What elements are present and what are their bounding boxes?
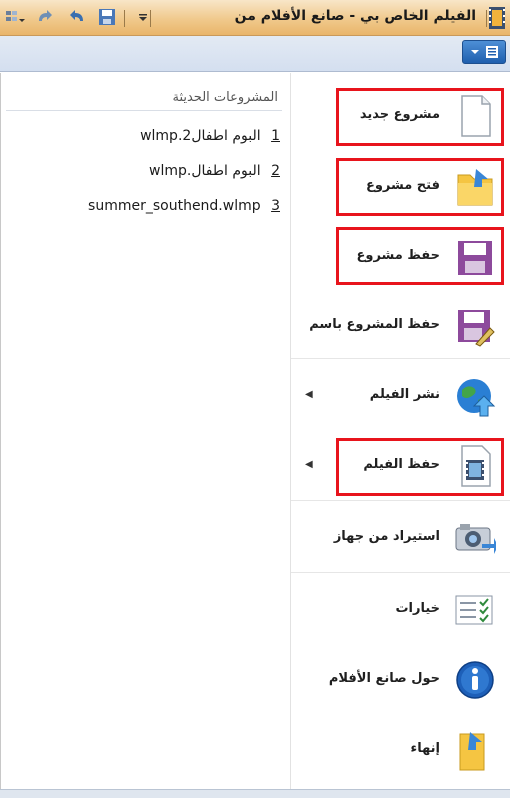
recent-item-number: 2 [271,163,280,179]
menu-item-options[interactable]: خيارات [291,576,510,644]
chevron-down-icon [470,50,479,54]
recent-item-name: البوم اطفال.wlmp [149,163,261,179]
menu-item-label: نشر الفيلم [369,387,440,402]
menu-item-label: حفظ المشروع باسم [309,317,440,332]
undo-icon[interactable] [66,6,88,28]
highlight-save-movie [336,438,504,496]
menu-item-label: حول صانع الأفلام [328,671,440,686]
application-menu-button[interactable] [462,40,506,64]
options-checklist-icon [454,588,496,632]
recent-item-number: 1 [271,128,280,144]
menu-item-publish-movie[interactable]: نشر الفيلم ◀ [291,362,510,430]
camera-import-icon [454,516,498,560]
menu-icon [485,46,498,58]
recent-header-underline [6,110,282,111]
recent-item-number: 3 [271,198,280,214]
separator [150,10,151,27]
menu-separator [291,500,510,501]
highlight-save-project [336,227,504,285]
window-title: الفيلم الخاص بي - صانع الأفلام من [234,8,476,24]
menu-separator [291,358,510,359]
save-icon[interactable] [96,6,118,28]
highlight-new-project [336,88,504,146]
recent-project-item[interactable]: 3 summer_southend.wlmp [88,198,280,214]
menu-item-label: خيارات [395,601,440,616]
recent-project-item[interactable]: 2 البوم اطفال.wlmp [149,163,280,179]
separator [124,10,125,27]
customize-quick-access-icon[interactable] [4,6,26,28]
menu-separator [291,572,510,573]
menu-item-save-as[interactable]: حفظ المشروع باسم [291,292,510,360]
movie-maker-app-icon[interactable] [486,5,508,31]
menu-item-import-device[interactable]: استيراد من جهاز [291,504,510,572]
menu-item-label: إنهاء [410,741,440,756]
menu-footer-bar [0,789,510,798]
redo-icon[interactable] [34,6,56,28]
exit-folder-icon [454,728,496,772]
submenu-arrow-icon: ◀ [305,389,313,400]
menu-item-label: استيراد من جهاز [333,529,440,544]
info-icon [454,658,496,702]
title-bar: الفيلم الخاص بي - صانع الأفلام من [0,0,510,36]
globe-upload-icon [454,374,496,418]
recent-projects-header: المشروعات الحديثة [172,90,278,105]
submenu-arrow-icon: ◀ [305,459,313,470]
recent-project-item[interactable]: 1 البوم اطفال2.wlmp [140,128,280,144]
save-as-icon [454,304,496,348]
highlight-open-project [336,158,504,216]
menu-item-about[interactable]: حول صانع الأفلام [291,646,510,714]
ribbon-bar [0,36,510,72]
menu-item-exit[interactable]: إنهاء [291,716,510,784]
recent-item-name: البوم اطفال2.wlmp [140,128,261,144]
recent-item-name: summer_southend.wlmp [88,198,261,214]
